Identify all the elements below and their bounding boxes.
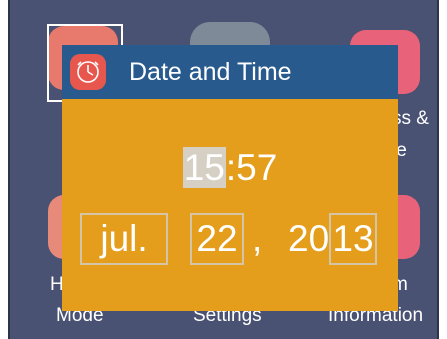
year-field[interactable]: 13 (329, 213, 377, 265)
time-display: 15:57 (62, 147, 398, 189)
date-time-dialog: Date and Time 15:57 jul. 22 , 20 13 (62, 45, 398, 311)
hour-field[interactable]: 15 (182, 147, 226, 188)
time-separator: : (225, 147, 237, 188)
month-field[interactable]: jul. (80, 213, 168, 265)
dialog-header: Date and Time (62, 45, 398, 99)
minute-field[interactable]: 57 (236, 147, 277, 188)
dialog-title: Date and Time (129, 58, 292, 86)
day-field[interactable]: 22 (190, 213, 244, 265)
date-row: jul. 22 , 20 13 (62, 213, 398, 269)
year-prefix: 20 (288, 218, 330, 259)
tv-menu-screen: H Mode Settings ss & le m Information Da… (8, 0, 439, 339)
date-comma: , (252, 218, 263, 259)
clock-icon (70, 54, 106, 90)
